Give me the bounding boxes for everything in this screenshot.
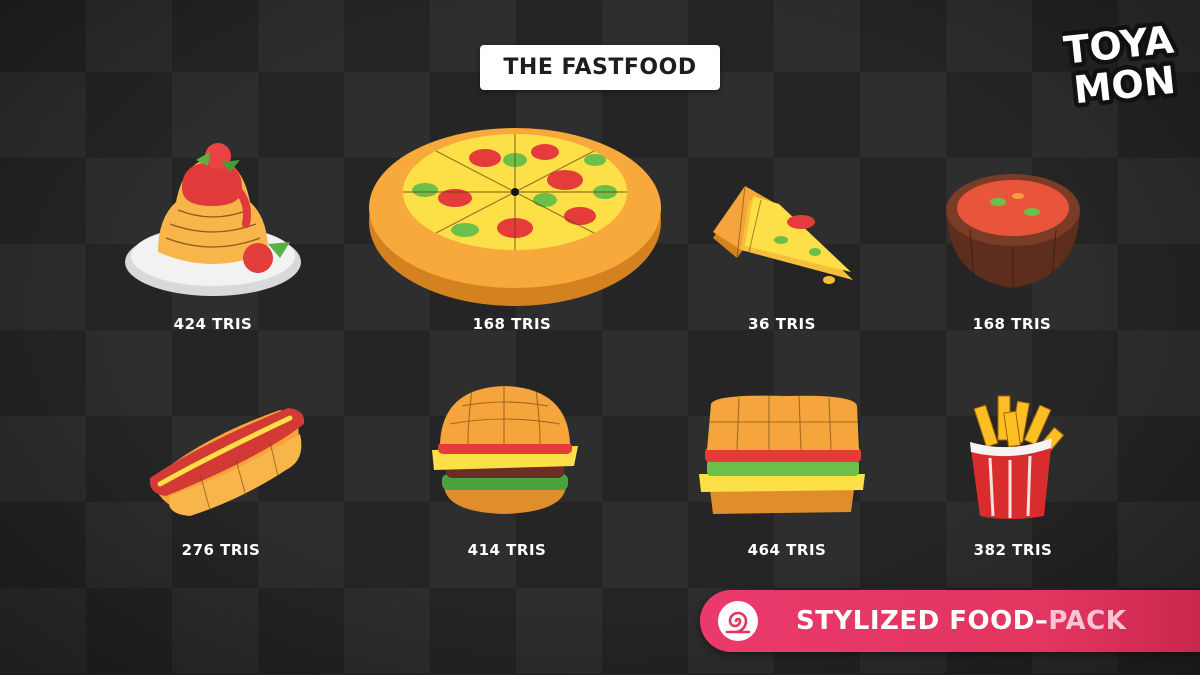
title-banner: THE FASTFOOD [480, 45, 720, 90]
hotdog-icon [149, 408, 305, 516]
item-soup-tris: 168 TRIS [972, 315, 1052, 333]
pack-title-accent: PACK [1048, 606, 1127, 636]
item-hotdog-tris: 276 TRIS [181, 541, 261, 559]
item-pizza-slice-tris: 36 TRIS [748, 315, 816, 333]
item-burger-tris: 414 TRIS [467, 541, 547, 559]
pack-banner: STYLIZED FOOD–PACK [700, 590, 1200, 652]
pack-title-separator: – [1034, 606, 1049, 636]
pizza-icon [369, 128, 661, 306]
page-title: THE FASTFOOD [503, 55, 697, 80]
snail-shell-icon [718, 601, 758, 641]
item-fries-tris: 382 TRIS [973, 541, 1053, 559]
sandwich-icon [699, 395, 865, 514]
pack-title: STYLIZED FOOD–PACK [796, 590, 1126, 652]
background-vignette [0, 0, 1200, 675]
item-spaghetti-tris: 424 TRIS [173, 315, 253, 333]
item-sandwich-tris: 464 TRIS [747, 541, 827, 559]
pizza-slice-icon [713, 185, 853, 284]
spaghetti-plate-icon [125, 143, 301, 296]
soup-bowl-icon [946, 174, 1080, 288]
item-pizza-tris: 168 TRIS [472, 315, 552, 333]
toyamon-logo-icon: TOYA MON TOYA MON [1062, 18, 1182, 108]
pack-title-main: STYLIZED FOOD [796, 606, 1035, 636]
fries-icon [970, 395, 1065, 519]
burger-icon [432, 386, 578, 514]
snail-shell-glyph [725, 611, 751, 634]
